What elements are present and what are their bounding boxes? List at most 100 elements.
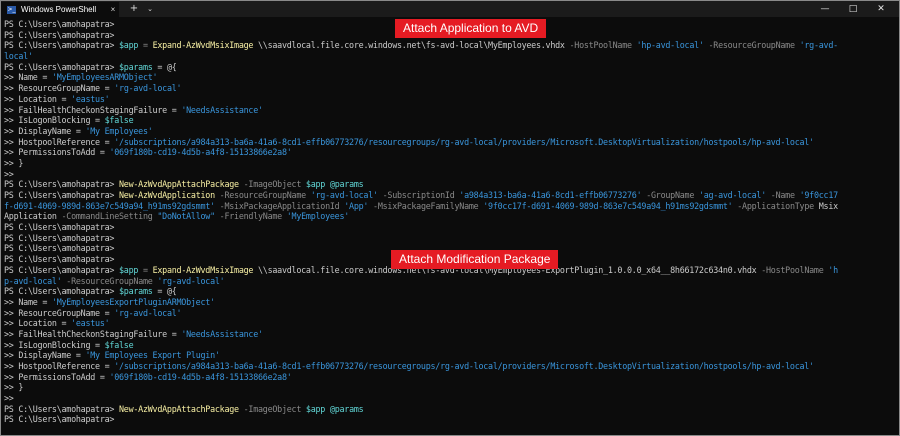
terminal-text: -ImageObject — [238, 179, 302, 190]
terminal-line: >> Name = 'MyEmployeesARMObject' — [4, 72, 897, 83]
terminal-line: >> PermissionsToAdd = '069f180b-cd19-4d5… — [4, 147, 897, 158]
terminal-text: 'NeedsAssistance' — [181, 104, 263, 115]
terminal-text: f-d691-4069-989d-863e7c549a94_h91ms92gds… — [4, 200, 215, 211]
terminal-line: >> Location = 'eastus' — [4, 318, 897, 329]
title-bar: >_ Windows PowerShell × + ⌄ — □ ✕ — [1, 1, 899, 17]
terminal-text: >> DisplayName = — [4, 125, 86, 136]
terminal-text: -ResourceGroupName — [703, 40, 796, 51]
terminal-text: PS C:\Users\amohapatra> — [4, 243, 115, 254]
terminal-output[interactable]: PS C:\Users\amohapatra> PS C:\Users\amoh… — [4, 19, 897, 425]
terminal-text: -ImageObject — [238, 403, 302, 414]
terminal-text: New-AzWvdAppAttachPackage — [119, 179, 239, 190]
terminal-text: >> IsLogonBlocking = — [4, 339, 105, 350]
terminal-text: PS C:\Users\amohapatra> — [4, 222, 115, 233]
terminal-text: $app — [301, 179, 326, 190]
terminal-text: = — [138, 264, 153, 275]
terminal-text: -Name — [766, 190, 795, 200]
terminal-text: Msix — [813, 200, 838, 211]
terminal-line: local' — [4, 51, 897, 62]
terminal-line: >> IsLogonBlocking = $false — [4, 340, 897, 351]
terminal-line: >> FailHealthCheckonStagingFailure = 'Ne… — [4, 105, 897, 116]
terminal-text: '/subscriptions/a984a313-ba6a-41a6-8cd1-… — [114, 136, 814, 147]
terminal-text: -MsixPackageFamilyName — [368, 200, 479, 211]
terminal-text: New-AzWvdApplication — [119, 190, 215, 200]
terminal-text: = @{ — [152, 286, 177, 297]
terminal-text: 'ag-avd-local' — [694, 190, 767, 200]
terminal-line: PS C:\Users\amohapatra> $app = Expand-Az… — [4, 40, 897, 51]
terminal-line: >> HostpoolReference = '/subscriptions/a… — [4, 137, 897, 148]
terminal-text: >> — [4, 393, 14, 404]
terminal-text: p-avd-local' — [4, 275, 62, 286]
terminal-text: >> — [4, 168, 14, 179]
terminal-line: >> FailHealthCheckonStagingFailure = 'Ne… — [4, 329, 897, 340]
close-window-button[interactable]: ✕ — [867, 1, 895, 17]
terminal-line: >> Location = 'eastus' — [4, 94, 897, 105]
minimize-button[interactable]: — — [811, 1, 839, 17]
terminal-text: "DoNotAllow" — [152, 211, 215, 222]
maximize-button[interactable]: □ — [839, 1, 867, 17]
terminal-text: $app — [119, 40, 139, 51]
terminal-line: PS C:\Users\amohapatra> New-AzWvdAppAtta… — [4, 404, 897, 415]
terminal-text: PS C:\Users\amohapatra> — [4, 40, 120, 51]
terminal-line: >> HostpoolReference = '/subscriptions/a… — [4, 361, 897, 372]
terminal-line: PS C:\Users\amohapatra> $params = @{ — [4, 62, 897, 73]
terminal-text: 'h — [823, 264, 838, 275]
terminal-line: PS C:\Users\amohapatra> — [4, 222, 897, 233]
close-tab-icon[interactable]: × — [107, 5, 119, 14]
terminal-text: $params — [119, 286, 153, 297]
tab-windows-powershell[interactable]: >_ Windows PowerShell × — [1, 2, 119, 17]
terminal-text: PS C:\Users\amohapatra> — [4, 29, 120, 40]
terminal-text: >> DisplayName = — [4, 350, 86, 361]
terminal-text: -ApplicationType — [732, 200, 814, 211]
terminal-text: >> Name = — [4, 72, 52, 83]
terminal-line: >> } — [4, 382, 897, 393]
tab-title: Windows PowerShell — [21, 5, 97, 14]
terminal-text: -ResourceGroupName — [61, 275, 153, 286]
terminal-text: -GroupName — [641, 190, 695, 200]
terminal-text: 'rg-avd-local' — [114, 307, 182, 318]
terminal-line: >> DisplayName = 'My Employees' — [4, 126, 897, 137]
terminal-text: PS C:\Users\amohapatra> — [4, 19, 120, 29]
terminal-line: PS C:\Users\amohapatra> — [4, 414, 897, 425]
terminal-text: PS C:\Users\amohapatra> — [4, 254, 115, 265]
powershell-icon: >_ — [7, 5, 16, 14]
terminal-text: -CommandLineSetting — [56, 211, 153, 222]
terminal-line: PS C:\Users\amohapatra> — [4, 233, 897, 244]
terminal-text: >> ResourceGroupName = — [4, 83, 115, 94]
terminal-line: p-avd-local' -ResourceGroupName 'rg-avd-… — [4, 276, 897, 287]
terminal-text: = @{ — [152, 61, 177, 72]
terminal-line: PS C:\Users\amohapatra> New-AzWvdApplica… — [4, 190, 897, 201]
terminal-text: '069f180b-cd19-4d5b-a4f8-15133866e2a8' — [109, 371, 292, 382]
terminal-text: -HostPoolName — [569, 40, 633, 51]
terminal-text: @params — [325, 403, 364, 414]
terminal-text: >> Location = — [4, 93, 72, 104]
terminal-text: >> PermissionsToAdd = — [4, 147, 110, 158]
terminal-line: >> — [4, 169, 897, 180]
terminal-line: PS C:\Users\amohapatra> $params = @{ — [4, 286, 897, 297]
terminal-line: PS C:\Users\amohapatra> New-AzWvdAppAtta… — [4, 179, 897, 190]
terminal-text: '9f0cc17f-d691-4069-989d-863e7c549a94_h9… — [478, 200, 733, 211]
terminal-text: 'MyEmployeesARMObject' — [51, 72, 158, 83]
terminal-text: >> HostpoolReference = — [4, 136, 115, 147]
terminal-text: @params — [325, 179, 364, 190]
terminal-text: Expand-AzWvdMsixImage — [152, 40, 254, 51]
terminal-text: PS C:\Users\amohapatra> — [4, 61, 120, 72]
terminal-text: -MsixPackageApplicationId — [214, 200, 340, 211]
terminal-text: Expand-AzWvdMsixImage — [152, 264, 254, 275]
terminal-text: 'NeedsAssistance' — [181, 328, 263, 339]
new-tab-button[interactable]: + — [125, 2, 143, 16]
terminal-text: \\saavdlocal.file.core.windows.net\fs-av… — [253, 40, 570, 51]
terminal-text: '/subscriptions/a984a313-ba6a-41a6-8cd1-… — [114, 361, 814, 371]
terminal-text: PS C:\Users\amohapatra> — [4, 190, 120, 200]
terminal-line: >> ResourceGroupName = 'rg-avd-local' — [4, 83, 897, 94]
terminal-text: 'a984a313-ba6a-41a6-8cd1-effb06773276' — [454, 190, 642, 200]
powershell-window: >_ Windows PowerShell × + ⌄ — □ ✕ PS C:\… — [0, 0, 900, 436]
terminal-text: $false — [104, 115, 134, 126]
chevron-down-icon[interactable]: ⌄ — [143, 2, 157, 16]
terminal-text: >> IsLogonBlocking = — [4, 115, 105, 126]
terminal-line: >> Name = 'MyEmployeesExportPluginARMObj… — [4, 297, 897, 308]
terminal-text: PS C:\Users\amohapatra> — [4, 179, 120, 190]
terminal-text: 'rg-avd-local' — [114, 83, 182, 94]
terminal-text: PS C:\Users\amohapatra> — [4, 232, 115, 243]
terminal-text: 'rg-avd-local' — [305, 190, 378, 200]
